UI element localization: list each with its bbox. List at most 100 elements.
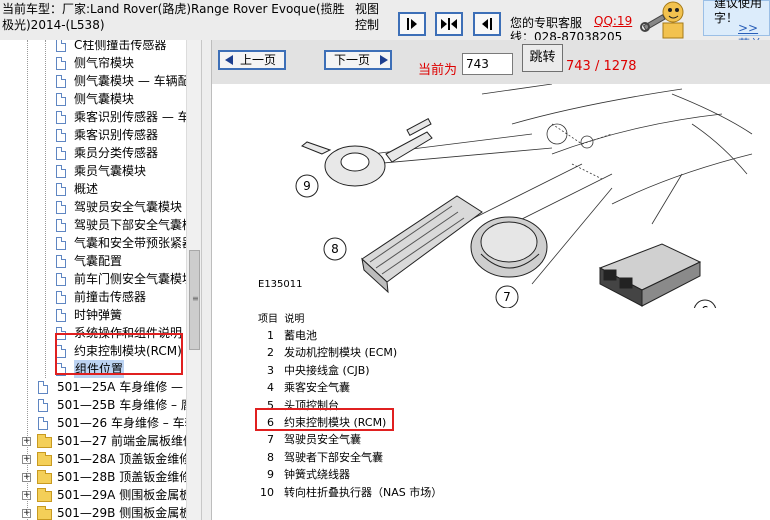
prev-page-label: 上一页	[240, 53, 277, 67]
legend-item-number: 3	[267, 363, 274, 377]
tree-item-label: 驾驶员下部安全气囊模块	[74, 218, 202, 232]
document-icon	[38, 417, 48, 430]
document-icon	[56, 93, 66, 106]
legend-item-text: 发动机控制模块 (ECM)	[284, 346, 398, 360]
legend-item-text: 驾驶员安全气囊	[284, 433, 361, 447]
sidebar-scrollbar[interactable]: ≡	[186, 40, 201, 520]
document-icon	[56, 219, 66, 232]
customer-service-label: 您的专职客服	[510, 16, 583, 30]
tree-item-label: 乘客识别传感器 — 车辆	[74, 110, 202, 124]
document-icon	[56, 165, 66, 178]
component-location-diagram: 9 8 7 6	[295, 84, 753, 308]
folder-icon	[37, 488, 52, 502]
arrow-left-icon	[225, 55, 233, 65]
tree-guide-line	[45, 40, 46, 378]
document-icon	[56, 309, 66, 322]
legend-item-text: 中央接线盒 (CJB)	[284, 363, 370, 377]
tree-item-label: 501—25A 车身维修 — 常	[57, 380, 199, 394]
collapse-panel-button[interactable]	[398, 12, 426, 36]
legend-header: 项目 说明	[258, 310, 304, 325]
sidebar-selection-highlight	[55, 333, 183, 375]
tree-item-label: 乘员气囊模块	[74, 164, 147, 178]
legend-item-number: 7	[267, 433, 274, 447]
legend-item-number: 8	[267, 450, 274, 464]
current-page-label: 当前为	[418, 63, 458, 78]
document-icon	[56, 147, 66, 160]
legend-item-number: 2	[267, 346, 274, 360]
callout-9: 9	[303, 179, 311, 193]
tree-item-label: 气囊配置	[74, 254, 123, 268]
tree-item-label: 501—27 前端金属板维修	[57, 434, 195, 448]
jump-button[interactable]: 跳转	[522, 44, 563, 72]
rcm-legend-highlight	[255, 408, 394, 431]
mascot-wrench-icon	[640, 1, 684, 39]
tree-item-label: 侧气帘模块	[74, 56, 135, 70]
document-icon	[56, 255, 66, 268]
prev-page-button[interactable]: 上一页	[218, 50, 286, 70]
tree-item-label: C柱侧撞击传感器	[74, 40, 167, 52]
document-icon	[56, 111, 66, 124]
legend-row: 9 钟簧式绕线器	[258, 466, 558, 483]
promo-box: 建议使用 字！ >>菜单	[703, 0, 770, 51]
callout-7: 7	[503, 290, 511, 304]
legend-row: 7 驾驶员安全气囊	[258, 431, 558, 448]
arrow-right-bar-icon	[407, 18, 417, 30]
folder-icon	[37, 434, 52, 448]
document-icon	[38, 399, 48, 412]
tree-item-label: 气囊和安全带预张紧器	[74, 236, 195, 250]
catalog-tree: C柱侧撞击传感器 侧气帘模块侧气囊模块 — 车辆配备 侧气囊模块乘客识别传感器 — …	[0, 40, 202, 520]
next-page-label: 下一页	[334, 53, 371, 67]
document-icon	[56, 75, 66, 88]
tree-item-label: 501—28A 顶盖钣金维修	[57, 452, 192, 466]
view-control-label[interactable]: 视图控制	[355, 1, 385, 33]
scrollbar-thumb[interactable]: ≡	[189, 250, 200, 350]
tree-item-label: 501—29B 侧围板金属板	[57, 506, 192, 520]
tree-item-label: 501—29A 侧围板金属板	[57, 488, 192, 502]
legend-item-number: 1	[267, 329, 274, 342]
tree-item-label: 乘员分类传感器	[74, 146, 159, 160]
document-icon	[38, 381, 48, 394]
legend-row: 3 中央接线盒 (CJB)	[258, 362, 558, 379]
callout-8: 8	[331, 242, 339, 256]
page-count: 743 / 1278	[566, 59, 637, 74]
document-icon	[56, 57, 66, 70]
legend-item-text: 驾驶者下部安全气囊	[284, 450, 383, 464]
tree-item-label: 501—25B 车身维修 – 腐	[57, 398, 193, 412]
folder-icon	[37, 506, 52, 520]
document-icon	[56, 273, 66, 286]
page-number-input[interactable]	[462, 53, 513, 75]
top-header-bar: 当前车型：厂家:Land Rover(路虎)Range Rover Evoque…	[0, 0, 770, 51]
folder-icon	[37, 470, 52, 484]
legend-item-number: 10	[260, 485, 274, 499]
figure-code: E135011	[258, 279, 303, 290]
legend-item-number: 4	[267, 381, 274, 395]
tree-item-label: 侧气囊模块	[74, 92, 135, 106]
legend-row: 1 蓄电池	[258, 327, 558, 344]
document-icon	[56, 129, 66, 142]
tree-item-label: 概述	[74, 182, 99, 196]
legend-item-text: 转向柱折叠执行器（NAS 市场）	[284, 485, 443, 499]
next-page-button[interactable]: 下一页	[324, 50, 392, 70]
document-icon	[56, 40, 66, 52]
legend-header-item: 项目	[258, 314, 278, 325]
tree-item-label: 前撞击传感器	[74, 290, 147, 304]
scroll-grip-icon: ≡	[192, 294, 199, 303]
arrow-left-bar-icon	[482, 18, 492, 30]
legend-header-desc: 说明	[284, 314, 305, 325]
split-view-button[interactable]	[435, 12, 463, 36]
legend-row: 4 乘客安全气囊	[258, 379, 558, 396]
legend-item-text: 钟簧式绕线器	[284, 468, 350, 482]
legend-item-text: 蓄电池	[284, 329, 317, 342]
expand-panel-button[interactable]	[473, 12, 501, 36]
document-icon	[56, 237, 66, 250]
legend-row: 10 转向柱折叠执行器（NAS 市场）	[258, 484, 558, 501]
tree-item-label: 501—26 车身维修 – 车辆	[57, 416, 197, 430]
tree-item-label: 驾驶员安全气囊模块	[74, 200, 183, 214]
tree-item-label: 侧气囊模块 — 车辆配备	[74, 74, 202, 88]
vehicle-title: 当前车型：厂家:Land Rover(路虎)Range Rover Evoque…	[2, 2, 345, 32]
tree-item-label: 前车门侧安全气囊模块	[74, 272, 195, 286]
tree-item-label: 乘客识别传感器	[74, 128, 159, 142]
qq-link[interactable]: QQ:19	[594, 14, 632, 28]
pane-splitter[interactable]	[202, 40, 212, 520]
tree-item-label: 时钟弹簧	[74, 308, 123, 322]
